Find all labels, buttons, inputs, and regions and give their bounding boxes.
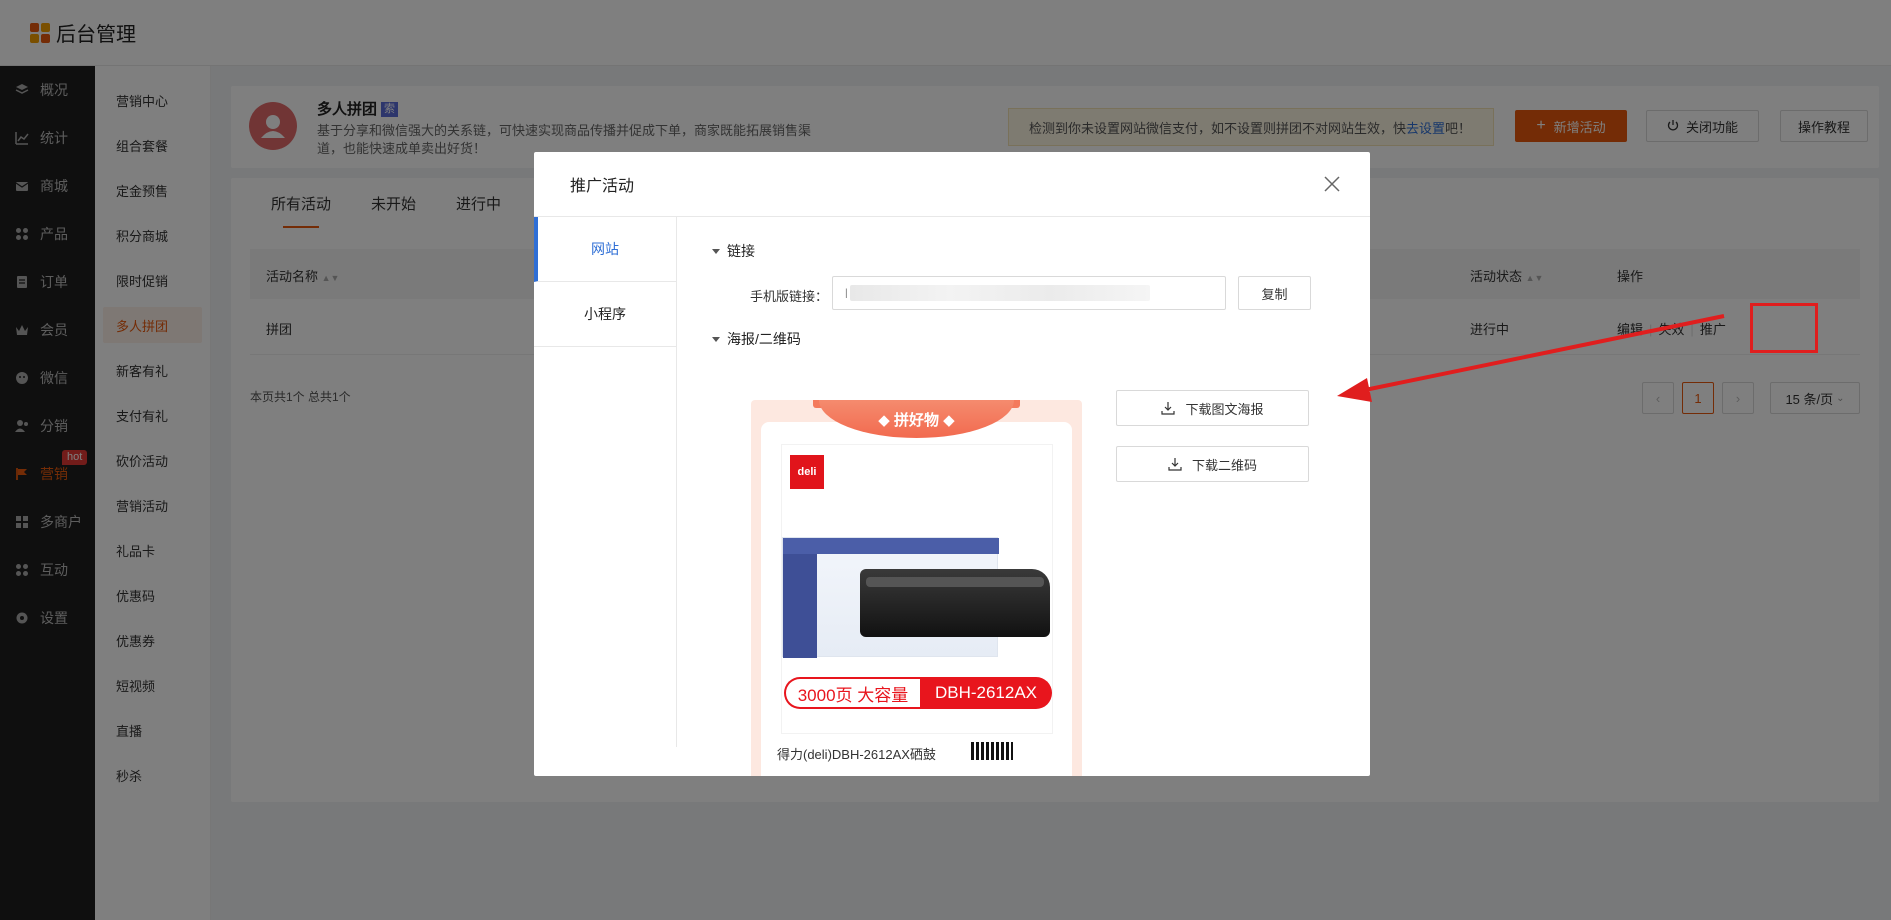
tab-website[interactable]: 网站 bbox=[534, 217, 676, 282]
caret-down-icon bbox=[712, 336, 720, 342]
modal-title: 推广活动 bbox=[570, 178, 635, 195]
promote-activity-modal: 推广活动 网站 小程序 链接 手机版链接： l 复制 海报/二维码 ◆ 拼好物 … bbox=[534, 152, 1370, 776]
blurred-link-value bbox=[849, 285, 1150, 301]
copy-button[interactable]: 复制 bbox=[1238, 276, 1311, 310]
poster-product-caption: 得力(deli)DBH-2612AX硒鼓 bbox=[777, 747, 936, 762]
download-icon bbox=[1168, 458, 1182, 471]
poster-preview: ◆ 拼好物 ◆ deli 3000页 大容量 DBH-2612AX 得力(del… bbox=[751, 400, 1082, 776]
caret-down-icon bbox=[712, 248, 720, 254]
product-image: deli 3000页 大容量 DBH-2612AX bbox=[781, 444, 1053, 734]
mobile-link-label: 手机版链接： bbox=[750, 289, 829, 304]
tab-mini-program[interactable]: 小程序 bbox=[534, 282, 676, 347]
qr-code-icon bbox=[971, 742, 1013, 760]
download-qr-button[interactable]: 下载二维码 bbox=[1116, 446, 1309, 482]
mobile-link-input[interactable]: l bbox=[832, 276, 1226, 310]
download-poster-button[interactable]: 下载图文海报 bbox=[1116, 390, 1309, 426]
annotation-highlight-box bbox=[1750, 303, 1818, 353]
section-link-title[interactable]: 链接 bbox=[712, 241, 755, 261]
deli-logo: deli bbox=[790, 455, 824, 489]
download-icon bbox=[1161, 402, 1176, 415]
modal-side-tabs: 网站 小程序 bbox=[534, 217, 677, 747]
modal-header: 推广活动 bbox=[534, 152, 1370, 217]
section-poster-title[interactable]: 海报/二维码 bbox=[712, 329, 801, 349]
capacity-banner: 3000页 大容量 DBH-2612AX bbox=[784, 677, 1052, 709]
close-icon[interactable] bbox=[1320, 172, 1344, 196]
